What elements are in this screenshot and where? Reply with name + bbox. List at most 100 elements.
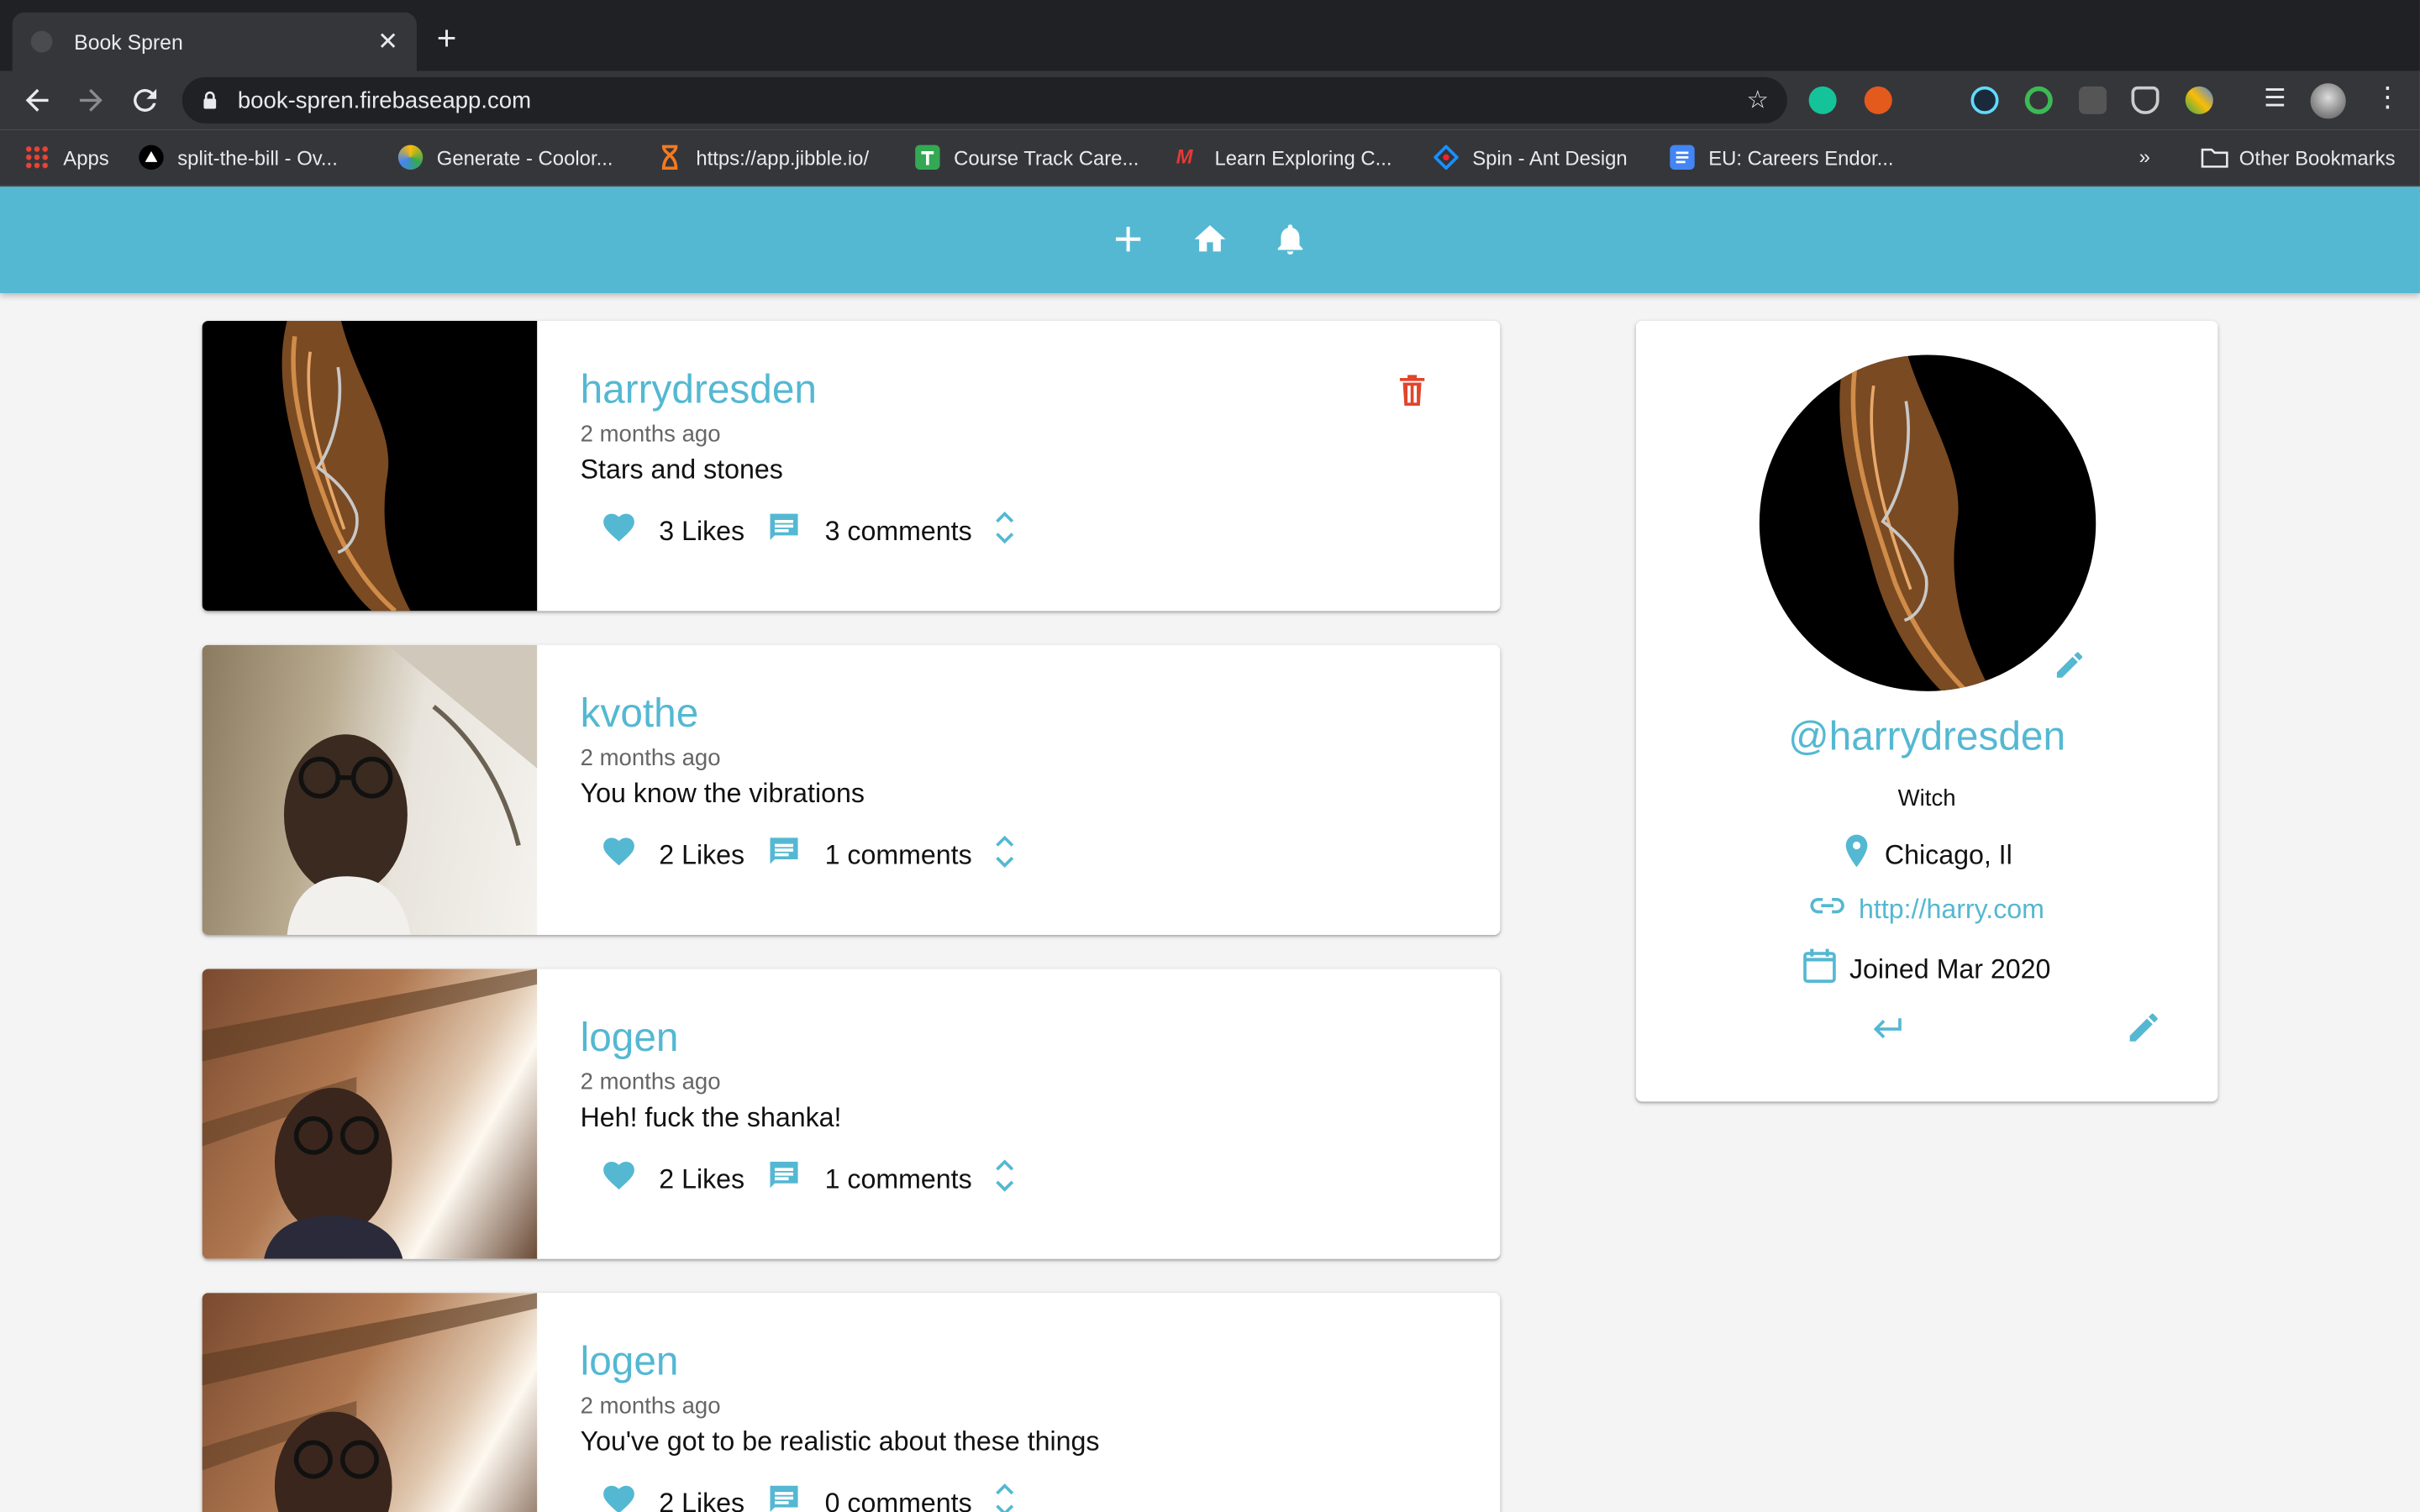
m-logo-icon: M xyxy=(1176,144,1193,169)
notifications-bell-icon[interactable] xyxy=(1271,221,1308,258)
bookmark-label: Course Track Care... xyxy=(954,145,1139,170)
edit-avatar-pencil-icon[interactable] xyxy=(2053,648,2086,690)
shield-extension-icon[interactable] xyxy=(2079,86,2107,114)
profile-avatar-icon[interactable] xyxy=(2310,83,2346,119)
like-heart-icon[interactable] xyxy=(600,1480,637,1512)
sheets-icon xyxy=(915,144,940,171)
react-devtools-icon[interactable] xyxy=(1970,86,1999,114)
comment-icon[interactable] xyxy=(766,1157,803,1201)
profile-avatar xyxy=(1759,354,2096,691)
address-bar[interactable]: book-spren.firebaseapp.com ☆ xyxy=(182,76,1787,123)
profile-handle-link[interactable]: @harrydresden xyxy=(1636,713,2217,761)
browser-toolbar: book-spren.firebaseapp.com ☆ ☰ ⋮ xyxy=(0,71,2420,130)
bookmark-label: Apps xyxy=(63,145,109,170)
edit-profile-pencil-icon[interactable] xyxy=(2125,1009,2162,1053)
reload-icon[interactable] xyxy=(128,83,161,117)
expand-chevrons-icon[interactable] xyxy=(993,832,1015,877)
forward-icon[interactable] xyxy=(74,83,108,117)
add-post-icon[interactable] xyxy=(1110,221,1147,258)
profile-card: @harrydresden Witch Chicago, Il http://h… xyxy=(1635,321,2218,1102)
post-body: You've got to be realistic about these t… xyxy=(580,1425,1100,1457)
bookmark-item[interactable]: EU: Careers Endor... xyxy=(1670,144,1894,171)
profile-bio: Witch xyxy=(1897,785,1956,812)
bookmark-label: https://app.jibble.io/ xyxy=(696,145,870,170)
ant-design-icon xyxy=(1433,144,1460,171)
profile-website-row: http://harry.com xyxy=(1636,890,2217,929)
post-username-link[interactable]: harrydresden xyxy=(581,365,817,413)
browser-menu-icon[interactable]: ⋮ xyxy=(2374,81,2402,114)
url-text: book-spren.firebaseapp.com xyxy=(237,87,532,113)
logout-return-icon[interactable] xyxy=(1867,1009,1904,1053)
bookmark-item[interactable]: Generate - Coolor... xyxy=(397,144,613,171)
bookmark-item[interactable]: Apps xyxy=(24,144,109,171)
comments-count: 3 comments xyxy=(824,514,972,546)
comment-icon[interactable] xyxy=(766,1480,803,1512)
like-heart-icon[interactable] xyxy=(600,508,637,553)
post-user-image xyxy=(202,644,538,936)
comment-icon[interactable] xyxy=(766,508,803,553)
location-pin-icon xyxy=(1841,833,1872,878)
post-card: kvothe 2 months ago You know the vibrati… xyxy=(202,644,1501,936)
likes-count: 3 Likes xyxy=(659,514,745,546)
browser-tab-strip: Book Spren ✕ + xyxy=(0,0,2420,71)
expand-chevrons-icon[interactable] xyxy=(993,1157,1015,1201)
coolors-icon xyxy=(397,144,424,171)
bookmark-item[interactable]: split-the-bill - Ov... xyxy=(139,144,338,171)
tab-favicon-icon xyxy=(30,30,53,53)
pocket-icon[interactable] xyxy=(2131,86,2160,114)
post-timestamp: 2 months ago xyxy=(580,745,721,772)
bookmark-item[interactable]: M Learn Exploring C... xyxy=(1176,145,1392,170)
comments-count: 0 comments xyxy=(824,1486,972,1512)
profile-joined-date: Joined Mar 2020 xyxy=(1849,953,2051,984)
browser-tab[interactable]: Book Spren ✕ xyxy=(12,12,417,71)
bookmark-item[interactable]: Course Track Care... xyxy=(915,144,1139,171)
tab-close-icon[interactable]: ✕ xyxy=(377,26,398,57)
delete-trash-icon[interactable] xyxy=(1398,373,1426,407)
profile-website-link[interactable]: http://harry.com xyxy=(1859,893,2044,926)
grammarly-extension-icon[interactable] xyxy=(1808,86,1837,114)
bookmark-label: split-the-bill - Ov... xyxy=(177,145,338,170)
bookmark-label: Generate - Coolor... xyxy=(436,145,613,170)
target-extension-icon[interactable] xyxy=(2024,86,2053,114)
post-card: logen 2 months ago You've got to be real… xyxy=(202,1293,1501,1512)
link-icon xyxy=(1809,890,1846,929)
bookmark-star-icon[interactable]: ☆ xyxy=(1747,85,1769,116)
post-actions: 3 Likes 3 comments xyxy=(600,509,1015,552)
post-username-link[interactable]: logen xyxy=(581,1014,679,1062)
fire-extension-icon[interactable] xyxy=(1864,86,1892,114)
bookmark-item[interactable]: Spin - Ant Design xyxy=(1433,144,1628,171)
post-body: Heh! fuck the shanka! xyxy=(580,1101,842,1133)
apps-grid-icon xyxy=(24,144,50,171)
new-tab-button[interactable]: + xyxy=(437,21,457,55)
post-body: Stars and stones xyxy=(580,453,783,485)
post-actions: 2 Likes 1 comments xyxy=(600,833,1015,876)
likes-count: 2 Likes xyxy=(659,1162,745,1194)
post-card: harrydresden 2 months ago Stars and ston… xyxy=(202,321,1501,612)
profile-location-row: Chicago, Il xyxy=(1636,833,2217,878)
post-username-link[interactable]: logen xyxy=(581,1337,679,1385)
comment-icon[interactable] xyxy=(766,832,803,877)
expand-chevrons-icon[interactable] xyxy=(993,508,1015,553)
docs-icon xyxy=(1670,144,1695,171)
like-heart-icon[interactable] xyxy=(600,1157,637,1201)
bookmark-label: EU: Careers Endor... xyxy=(1708,145,1894,170)
expand-chevrons-icon[interactable] xyxy=(993,1480,1015,1512)
bookmarks-overflow-button[interactable]: » xyxy=(2139,145,2150,169)
media-playlist-icon[interactable]: ☰ xyxy=(2258,83,2291,117)
post-username-link[interactable]: kvothe xyxy=(581,690,699,738)
profile-location: Chicago, Il xyxy=(1884,839,2012,870)
post-card: logen 2 months ago Heh! fuck the shanka!… xyxy=(202,969,1501,1259)
home-icon[interactable] xyxy=(1192,221,1228,258)
comments-count: 1 comments xyxy=(824,838,972,869)
color-extension-icon[interactable] xyxy=(2185,86,2213,114)
app-navbar xyxy=(0,186,2420,293)
bookmark-label: Spin - Ant Design xyxy=(1472,145,1628,170)
post-user-image xyxy=(202,969,538,1259)
bookmark-item[interactable]: https://app.jibble.io/ xyxy=(657,144,870,171)
bookmarks-bar: Apps split-the-bill - Ov... Generate - C… xyxy=(0,129,2420,187)
comments-count: 1 comments xyxy=(824,1162,972,1194)
other-bookmarks-folder[interactable]: Other Bookmarks xyxy=(2201,145,2396,170)
gradient-extension-icon[interactable] xyxy=(1917,87,1944,114)
back-icon[interactable] xyxy=(20,83,54,117)
like-heart-icon[interactable] xyxy=(600,832,637,877)
